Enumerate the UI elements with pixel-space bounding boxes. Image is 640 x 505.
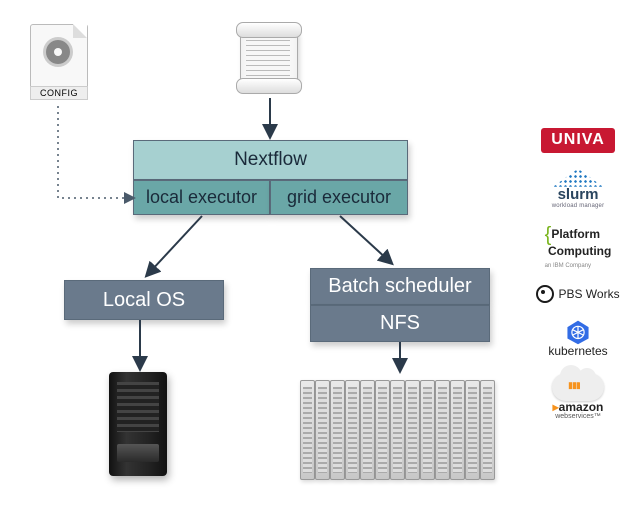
platform-computing-logo: {Platform Computing an IBM Company [529,225,627,269]
nextflow-box: Nextflow [133,140,408,180]
arrow-os-to-workstation [130,320,150,374]
config-file-icon: CONFIG [26,24,90,104]
nfs-box: NFS [310,305,490,342]
grid-executor-box: grid executor [270,180,408,215]
arrow-local-exec-to-os [140,216,220,282]
univa-logo: UNIVA [529,128,627,153]
arrow-grid-exec-to-batch [330,216,410,270]
server-cluster-icon [300,374,500,486]
workstation-icon [104,372,172,480]
script-scroll-icon [230,18,310,98]
pbs-works-logo: PBS Works [529,285,627,303]
arrow-config-to-executor [52,106,142,206]
local-executor-box: local executor [133,180,270,215]
batch-scheduler-box: Batch scheduler [310,268,490,305]
config-label: CONFIG [30,86,88,100]
platform-logos-sidebar: UNIVA slurm workload manager {Platform C… [528,128,628,421]
aws-logo: ▮▮▮ ▸amazon webservices™ [529,373,627,420]
arrow-script-to-nextflow [260,98,280,142]
kubernetes-logo: kubernetes [529,319,627,358]
local-os-box: Local OS [64,280,224,320]
slurm-logo: slurm workload manager [529,169,627,209]
arrow-nfs-to-cluster [390,342,410,376]
